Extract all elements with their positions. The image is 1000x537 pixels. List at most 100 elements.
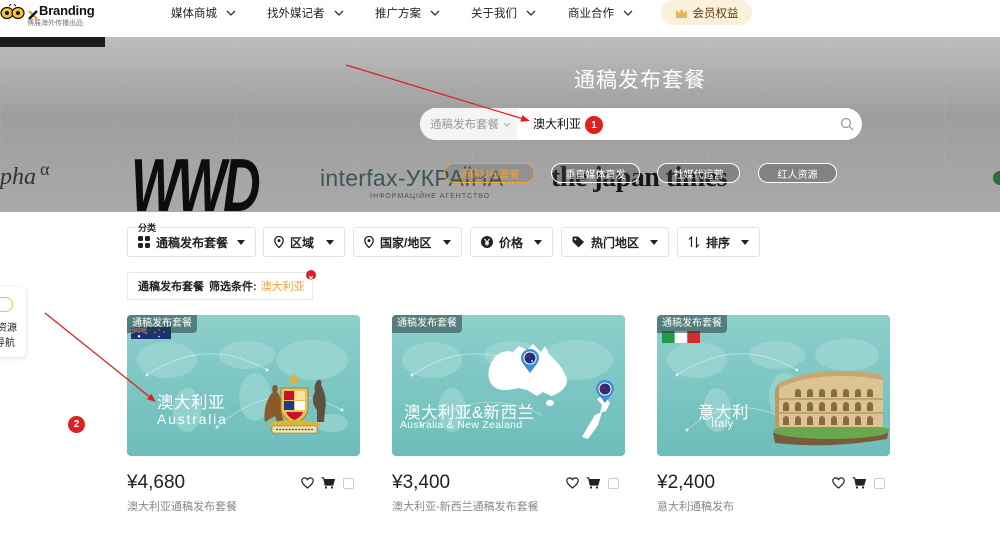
yen-icon bbox=[481, 236, 493, 248]
condition-value: 澳大利亚 bbox=[260, 281, 305, 293]
favorite-heart-icon[interactable] bbox=[566, 477, 579, 489]
select-checkbox[interactable] bbox=[874, 478, 885, 489]
side-item-resources[interactable]: 资源 bbox=[0, 319, 17, 334]
search-category-label: 通稿发布套餐 bbox=[430, 119, 499, 131]
media-logo-alpha-symbol: α bbox=[40, 159, 50, 179]
cart-icon[interactable] bbox=[321, 477, 335, 489]
card-tag: 通稿发布套餐 bbox=[127, 315, 197, 333]
card-name[interactable]: 澳大利亚通稿发布套餐 bbox=[127, 498, 237, 514]
card-price: ¥2,400 bbox=[657, 472, 716, 493]
cart-icon[interactable] bbox=[586, 477, 600, 489]
search-icon[interactable] bbox=[840, 117, 854, 131]
top-nav: Branding 博展海外传播出品 媒体商城 找外媒记者 推广方案 关于我们 商… bbox=[0, 0, 1000, 37]
filter-label: 排序 bbox=[706, 235, 731, 250]
brand-tagline: 博展海外传播出品 bbox=[27, 20, 83, 27]
member-benefits-button[interactable]: 会员权益 bbox=[661, 0, 752, 25]
search-input[interactable]: 澳大利亚 bbox=[533, 108, 581, 140]
search-bar: 通稿发布套餐 澳大利亚 bbox=[420, 108, 862, 140]
hero-logo-fragment bbox=[0, 37, 105, 47]
nav-item-label: 关于我们 bbox=[471, 8, 517, 20]
nav-item-promotion-plans[interactable]: 推广方案 bbox=[375, 5, 440, 21]
caret-down-icon bbox=[237, 240, 245, 245]
bee-logo-icon[interactable] bbox=[0, 3, 26, 25]
hero-banner: pha α WWD interfax-УКРАЇНА ІНФОРМАЦІЙНЕ … bbox=[0, 37, 1000, 212]
card-tag: 通稿发布套餐 bbox=[392, 315, 462, 333]
cart-icon[interactable] bbox=[852, 477, 866, 489]
quick-tag-influencers[interactable]: 红人资源 bbox=[758, 163, 837, 183]
package-card-italy[interactable]: 通稿发布套餐 意大利 Italy bbox=[657, 315, 890, 456]
location-pin-icon bbox=[274, 236, 284, 248]
filter-category-label: 分类 bbox=[137, 221, 158, 234]
card-price: ¥4,680 bbox=[127, 472, 186, 493]
search-category-select[interactable]: 通稿发布套餐 bbox=[420, 108, 517, 140]
condition-category: 通稿发布套餐 bbox=[138, 281, 204, 293]
card-title-en: Australia & New Zealand bbox=[400, 419, 523, 431]
condition-prefix: 筛选条件: bbox=[209, 281, 257, 293]
filter-label: 区域 bbox=[290, 235, 315, 250]
caret-down-icon bbox=[326, 240, 334, 245]
card-tag: 通稿发布套餐 bbox=[657, 315, 727, 333]
filter-hot-region-dropdown[interactable]: 热门地区 bbox=[561, 227, 669, 257]
side-panel-toggle[interactable] bbox=[0, 297, 13, 312]
card-price: ¥3,400 bbox=[392, 472, 451, 493]
media-logo-wwd: WWD bbox=[131, 144, 261, 212]
page: Branding 博展海外传播出品 媒体商城 找外媒记者 推广方案 关于我们 商… bbox=[0, 0, 1000, 537]
nav-item-about-us[interactable]: 关于我们 bbox=[471, 5, 536, 21]
tag-icon bbox=[572, 236, 584, 248]
side-item-navigation[interactable]: 导航 bbox=[0, 334, 15, 349]
nav-item-media-mall[interactable]: 媒体商城 bbox=[171, 5, 236, 21]
media-logo-interfax-sub: ІНФОРМАЦІЙНЕ АГЕНТСТВО bbox=[370, 193, 491, 200]
nav-item-find-journalists[interactable]: 找外媒记者 bbox=[267, 5, 344, 21]
card-name[interactable]: 澳大利亚-新西兰通稿发布套餐 bbox=[392, 498, 539, 514]
package-card-australia[interactable]: 通稿发布套餐 澳大利亚 Australia bbox=[127, 315, 360, 456]
clear-filter-button[interactable] bbox=[306, 270, 316, 281]
filter-price-dropdown[interactable]: 价格 bbox=[470, 227, 553, 257]
favorite-heart-icon[interactable] bbox=[301, 477, 314, 489]
card-title-en: Italy bbox=[711, 418, 734, 430]
grid-icon bbox=[138, 236, 150, 248]
favorite-heart-icon[interactable] bbox=[832, 477, 845, 489]
quick-tag-press-release[interactable]: 通稿发布套餐 bbox=[444, 163, 535, 183]
caret-down-icon bbox=[650, 240, 658, 245]
nav-item-label: 媒体商城 bbox=[171, 8, 217, 20]
filter-label: 价格 bbox=[499, 235, 524, 250]
brand-name[interactable]: Branding bbox=[39, 3, 95, 18]
select-checkbox[interactable] bbox=[343, 478, 354, 489]
chevron-down-icon bbox=[226, 10, 236, 16]
card-title-cn: 澳大利亚 bbox=[157, 394, 225, 412]
caret-down-icon bbox=[741, 240, 749, 245]
media-logo-fragment-right bbox=[993, 171, 1000, 185]
crown-icon bbox=[675, 8, 687, 18]
media-logo-alpha: pha bbox=[0, 164, 36, 190]
chevron-down-icon bbox=[430, 10, 440, 16]
package-card-australia-new-zealand[interactable]: 通稿发布套餐 澳大利亚&新西兰 Australia & New Zealand bbox=[392, 315, 625, 456]
close-icon bbox=[308, 275, 314, 281]
quick-tag-vertical-media[interactable]: 垂直媒体直发 bbox=[551, 163, 640, 183]
australia-new-zealand-map bbox=[488, 344, 614, 439]
caret-down-icon bbox=[443, 240, 451, 245]
filter-label: 通稿发布套餐 bbox=[156, 235, 229, 250]
filter-country-dropdown[interactable]: 国家/地区 bbox=[353, 227, 462, 257]
filter-label: 国家/地区 bbox=[380, 235, 432, 250]
chevron-down-icon bbox=[623, 10, 633, 16]
sort-icon bbox=[688, 236, 700, 248]
card-name[interactable]: 意大利通稿发布 bbox=[657, 498, 734, 514]
side-floating-panel: 资源 导航 bbox=[0, 287, 26, 357]
nav-item-business[interactable]: 商业合作 bbox=[568, 5, 633, 21]
filter-region-dropdown[interactable]: 区域 bbox=[263, 227, 345, 257]
select-checkbox[interactable] bbox=[608, 478, 619, 489]
member-benefits-label: 会员权益 bbox=[692, 7, 739, 20]
location-pin-icon bbox=[364, 236, 374, 248]
colosseum-illustration bbox=[773, 370, 889, 446]
nav-item-label: 商业合作 bbox=[568, 8, 614, 20]
chevron-down-icon bbox=[503, 122, 511, 127]
card-title-en: Australia bbox=[157, 411, 228, 427]
chevron-down-icon bbox=[334, 10, 343, 16]
page-title: 通稿发布套餐 bbox=[574, 69, 706, 92]
chevron-down-icon bbox=[526, 10, 536, 16]
caret-down-icon bbox=[534, 240, 542, 245]
quick-tag-social-media[interactable]: 社媒代运营 bbox=[657, 163, 740, 183]
active-filter-condition: 通稿发布套餐 筛选条件: 澳大利亚 bbox=[127, 272, 313, 300]
annotation-badge-2: 2 bbox=[68, 416, 85, 433]
filter-sort-dropdown[interactable]: 排序 bbox=[677, 227, 760, 257]
